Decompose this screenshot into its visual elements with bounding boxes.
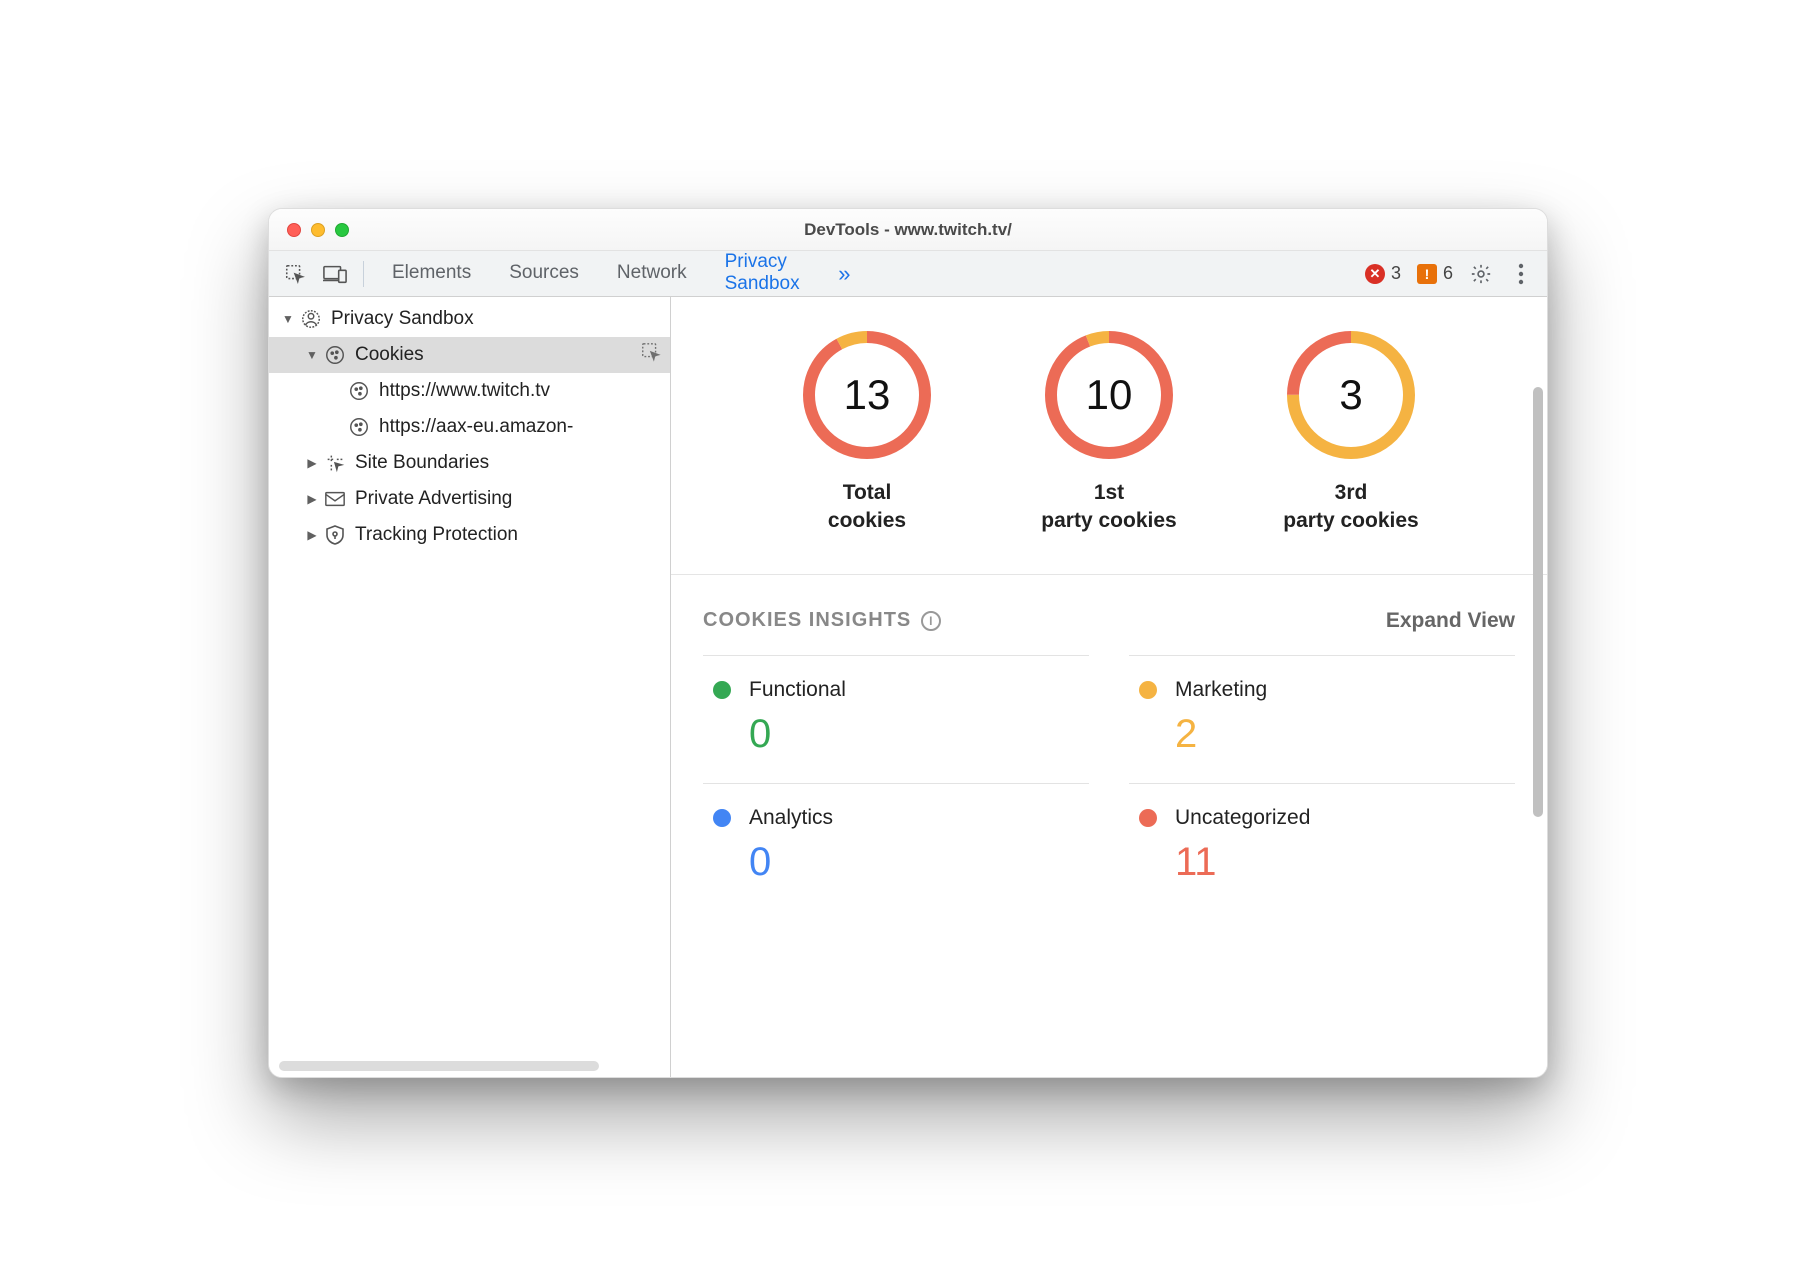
insight-card[interactable]: Functional 0	[703, 655, 1089, 783]
site-boundaries-icon	[323, 451, 347, 475]
device-toolbar-icon[interactable]	[317, 256, 353, 292]
tree-label: Site Boundaries	[355, 452, 662, 474]
privacy-sandbox-icon	[299, 307, 323, 331]
shield-icon	[323, 523, 347, 547]
tree-item-frame[interactable]: https://www.twitch.tv	[269, 373, 670, 409]
category-count: 0	[713, 712, 1079, 757]
tree-label: Cookies	[355, 344, 640, 366]
info-icon[interactable]: i	[921, 611, 941, 631]
sidebar-tree: ▼ Privacy Sandbox ▼ Cookies	[269, 297, 670, 553]
more-tabs-button[interactable]: »	[826, 261, 862, 287]
summary-ring: 13 Totalcookies	[777, 329, 957, 536]
category-dot-icon	[1139, 809, 1157, 827]
category-name: Functional	[749, 678, 846, 702]
tree-label: https://www.twitch.tv	[379, 380, 662, 402]
tree-item-frame[interactable]: https://aax-eu.amazon-	[269, 409, 670, 445]
ring-chart: 13	[801, 329, 933, 461]
window-title: DevTools - www.twitch.tv/	[269, 220, 1547, 240]
caret-right-icon: ▶	[305, 456, 319, 470]
devtools-window: DevTools - www.twitch.tv/ Elements Sourc…	[268, 208, 1548, 1078]
category-dot-icon	[713, 809, 731, 827]
insights-header: COOKIES INSIGHTS i Expand View	[703, 609, 1515, 633]
titlebar: DevTools - www.twitch.tv/	[269, 209, 1547, 251]
cookie-icon	[347, 415, 371, 439]
caret-right-icon: ▶	[305, 492, 319, 506]
mail-icon	[323, 487, 347, 511]
category-dot-icon	[1139, 681, 1157, 699]
insight-card[interactable]: Uncategorized 11	[1129, 783, 1515, 911]
insight-card[interactable]: Analytics 0	[703, 783, 1089, 911]
cookies-insights-section: COOKIES INSIGHTS i Expand View Functiona…	[671, 575, 1547, 931]
category-count: 11	[1139, 840, 1505, 885]
settings-button[interactable]	[1463, 256, 1499, 292]
tab-elements[interactable]: Elements	[374, 252, 489, 296]
tree-item-site-boundaries[interactable]: ▶ Site Boundaries	[269, 445, 670, 481]
tree-label: Tracking Protection	[355, 524, 662, 546]
warning-icon: !	[1417, 264, 1437, 284]
tree-item-cookies[interactable]: ▼ Cookies	[269, 337, 670, 373]
insights-title-text: COOKIES INSIGHTS	[703, 609, 911, 632]
traffic-lights	[269, 223, 349, 237]
expand-view-button[interactable]: Expand View	[1386, 609, 1515, 633]
ring-label: 1stparty cookies	[1041, 479, 1176, 536]
tree-item-privacy-sandbox[interactable]: ▼ Privacy Sandbox	[269, 301, 670, 337]
error-icon: ✕	[1365, 264, 1385, 284]
tree-item-tracking-protection[interactable]: ▶ Tracking Protection	[269, 517, 670, 553]
more-options-button[interactable]	[1503, 256, 1539, 292]
window-close-button[interactable]	[287, 223, 301, 237]
category-name: Uncategorized	[1175, 806, 1310, 830]
ring-chart: 3	[1285, 329, 1417, 461]
devtools-toolbar: Elements Sources Network Privacy Sandbox…	[269, 251, 1547, 297]
category-name: Analytics	[749, 806, 833, 830]
cookie-icon	[323, 343, 347, 367]
summary-ring: 3 3rdparty cookies	[1261, 329, 1441, 536]
errors-count: 3	[1391, 263, 1401, 284]
sidebar: ▼ Privacy Sandbox ▼ Cookies	[269, 297, 671, 1077]
tree-label: Privacy Sandbox	[331, 308, 662, 330]
category-count: 2	[1139, 712, 1505, 757]
cookie-summary-rings: 13 Totalcookies 10 1stparty cookies 3	[671, 297, 1547, 575]
caret-down-icon: ▼	[281, 312, 295, 326]
panel-body: ▼ Privacy Sandbox ▼ Cookies	[269, 297, 1547, 1077]
inspect-selection-icon[interactable]	[640, 341, 662, 369]
ring-value: 10	[1043, 329, 1175, 461]
ring-value: 3	[1285, 329, 1417, 461]
cookie-icon	[347, 379, 371, 403]
caret-right-icon: ▶	[305, 528, 319, 542]
category-name: Marketing	[1175, 678, 1267, 702]
main-content: 13 Totalcookies 10 1stparty cookies 3	[671, 297, 1547, 1077]
category-count: 0	[713, 840, 1079, 885]
window-minimize-button[interactable]	[311, 223, 325, 237]
caret-down-icon: ▼	[305, 348, 319, 362]
ring-label: 3rdparty cookies	[1283, 479, 1418, 536]
tree-item-private-advertising[interactable]: ▶ Private Advertising	[269, 481, 670, 517]
tree-label: Private Advertising	[355, 488, 662, 510]
ring-value: 13	[801, 329, 933, 461]
summary-ring: 10 1stparty cookies	[1019, 329, 1199, 536]
errors-badge[interactable]: ✕ 3	[1359, 263, 1407, 284]
ring-chart: 10	[1043, 329, 1175, 461]
tree-label: https://aax-eu.amazon-	[379, 416, 662, 438]
insight-cards: Functional 0 Marketing 2 Analytics 0 Unc…	[703, 655, 1515, 911]
vertical-scrollbar[interactable]	[1533, 387, 1543, 817]
warnings-count: 6	[1443, 263, 1453, 284]
toolbar-divider	[363, 261, 364, 287]
warnings-badge[interactable]: ! 6	[1411, 263, 1459, 284]
tab-network[interactable]: Network	[599, 252, 705, 296]
category-dot-icon	[713, 681, 731, 699]
inspect-element-icon[interactable]	[277, 256, 313, 292]
insights-title: COOKIES INSIGHTS i	[703, 609, 941, 632]
tab-sources[interactable]: Sources	[491, 252, 597, 296]
ring-label: Totalcookies	[828, 479, 906, 536]
window-zoom-button[interactable]	[335, 223, 349, 237]
insight-card[interactable]: Marketing 2	[1129, 655, 1515, 783]
horizontal-scrollbar[interactable]	[279, 1061, 599, 1071]
